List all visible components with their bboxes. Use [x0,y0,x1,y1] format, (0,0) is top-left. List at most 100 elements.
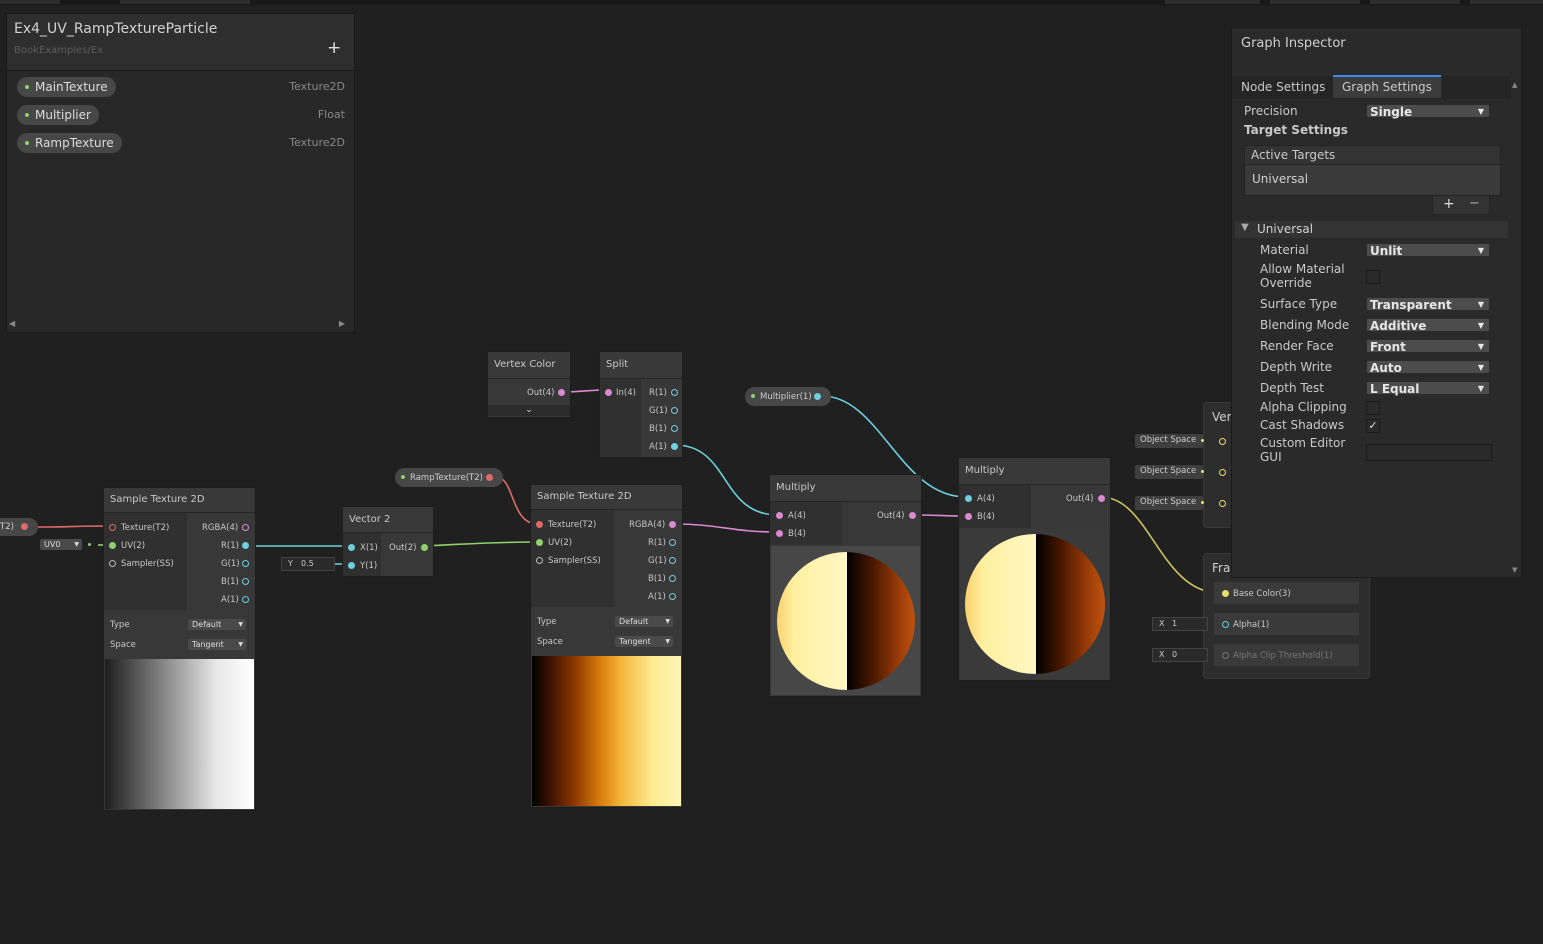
output-port[interactable] [671,407,678,414]
node-title[interactable]: Vertex Color [488,352,570,379]
node-title[interactable]: Multiply [770,475,921,502]
depth-write-dropdown[interactable]: Auto ▼ [1366,360,1490,375]
multiply-node-1[interactable]: Multiply A(4) B(4) Out(4) [769,474,922,697]
cast-shadows-checkbox[interactable]: ✓ [1366,419,1380,433]
scroll-right-icon[interactable]: ▶ [339,319,345,328]
output-port[interactable] [558,389,565,396]
property-pill[interactable]: RampTexture [17,133,122,153]
output-port[interactable] [242,596,249,603]
texture-output-port[interactable] [486,474,493,481]
surface-type-dropdown[interactable]: Transparent ▼ [1366,297,1490,312]
input-port[interactable] [1222,652,1229,659]
input-port[interactable] [109,524,116,531]
multiply-node-2[interactable]: Multiply A(4) B(4) Out(4) [958,457,1111,681]
type-dropdown[interactable]: Default ▼ [188,619,246,630]
output-port[interactable] [669,521,676,528]
input-port[interactable] [348,544,355,551]
input-port[interactable] [605,389,612,396]
space-dropdown[interactable]: Tangent ▼ [615,636,673,647]
property-row[interactable]: MainTexture Texture2D [17,77,347,98]
input-port[interactable] [109,542,116,549]
add-target-button[interactable]: + [1443,196,1455,212]
multiplier-property-node[interactable]: Multiplier(1) [745,387,831,406]
node-title[interactable]: Sample Texture 2D [104,488,255,513]
sample-texture-node-1[interactable]: Sample Texture 2D Texture(T2) UV(2) Samp… [103,487,256,811]
output-port[interactable] [421,544,428,551]
alpha-clip-slot[interactable]: Alpha Clip Threshold(1) [1214,644,1359,666]
output-port[interactable] [671,425,678,432]
precision-dropdown[interactable]: Single ▼ [1366,104,1490,119]
vector2-node[interactable]: Vector 2 X(1) Y(1) Out(2) [342,506,434,577]
type-dropdown[interactable]: Default ▼ [615,616,673,627]
alpha-slot[interactable]: Alpha(1) [1214,613,1359,635]
output-port[interactable] [242,578,249,585]
output-port[interactable] [242,524,249,531]
vertex-input-port[interactable] [1219,500,1226,507]
input-port[interactable] [965,513,972,520]
input-port[interactable] [776,530,783,537]
scroll-left-icon[interactable]: ◀ [9,319,15,328]
ramptexture-property-node[interactable]: RampTexture(T2) [395,468,503,487]
output-port[interactable] [669,593,676,600]
output-port[interactable] [671,443,678,450]
node-title[interactable]: Vector 2 [343,507,433,533]
output-port[interactable] [242,542,249,549]
material-dropdown[interactable]: Unlit ▼ [1366,243,1490,258]
input-port[interactable] [536,557,543,564]
node-title[interactable]: Split [600,352,682,379]
output-port[interactable] [669,539,676,546]
uv-channel-dropdown[interactable]: UV0 ▼ [40,539,82,550]
sample-texture-node-2[interactable]: Sample Texture 2D Texture(T2) UV(2) Samp… [530,484,683,808]
split-node[interactable]: Split In(4) R(1) G(1) B(1) A(1) [599,351,683,458]
vertex-input-port[interactable] [1219,438,1226,445]
blending-mode-dropdown[interactable]: Additive ▼ [1366,318,1490,333]
property-pill[interactable]: Multiplier [17,105,99,125]
input-port[interactable] [965,495,972,502]
inspector-scrollbar[interactable]: ▲ ▼ [1511,78,1521,577]
allow-material-override-checkbox[interactable] [1366,270,1380,284]
node-title[interactable]: Multiply [959,458,1110,485]
input-port[interactable] [348,562,355,569]
input-port[interactable] [109,560,116,567]
position-space-field[interactable]: Object Space [1135,434,1203,448]
scroll-up-icon[interactable]: ▲ [1512,81,1517,89]
input-port[interactable] [536,539,543,546]
node-title[interactable]: Sample Texture 2D [531,485,682,510]
target-item[interactable]: Universal [1252,172,1308,186]
custom-editor-gui-field[interactable] [1366,444,1492,461]
alpha-clip-value-field[interactable]: X 0 [1152,648,1208,662]
remove-target-button[interactable]: − [1469,196,1480,211]
space-dropdown[interactable]: Tangent ▼ [188,639,246,650]
texture-output-port[interactable] [21,523,28,530]
alpha-value-field[interactable]: X 1 [1152,617,1208,631]
input-port[interactable] [776,512,783,519]
float-output-port[interactable] [814,393,821,400]
output-port[interactable] [242,560,249,567]
property-row[interactable]: Multiplier Float [17,105,347,126]
add-property-button[interactable]: + [327,40,341,57]
scroll-down-icon[interactable]: ▼ [1512,566,1517,574]
alpha-clipping-checkbox[interactable] [1366,401,1380,415]
property-row[interactable]: RampTexture Texture2D [17,133,347,154]
horizontal-scrollbar[interactable]: ◀ ▶ [7,318,347,328]
offscreen-property-node[interactable]: T2) [0,518,38,536]
vertex-color-node[interactable]: Vertex Color Out(4) ⌄ [487,351,571,418]
expand-chevron-icon[interactable]: ⌄ [488,405,570,416]
input-port[interactable] [536,521,543,528]
output-port[interactable] [671,389,678,396]
tab-node-settings[interactable]: Node Settings [1232,77,1334,98]
tab-graph-settings[interactable]: Graph Settings [1333,75,1441,98]
input-port[interactable] [1222,621,1229,628]
render-face-dropdown[interactable]: Front ▼ [1366,339,1490,354]
output-port[interactable] [909,512,916,519]
base-color-slot[interactable]: Base Color(3) [1214,582,1359,604]
normal-space-field[interactable]: Object Space [1135,465,1203,479]
output-port[interactable] [669,575,676,582]
vertex-input-port[interactable] [1219,469,1226,476]
universal-foldout[interactable]: ▼ Universal [1235,221,1508,238]
input-port[interactable] [1222,590,1229,597]
output-port[interactable] [669,557,676,564]
y-input-field[interactable]: Y 0.5 [281,557,335,571]
property-pill[interactable]: MainTexture [17,77,116,97]
depth-test-dropdown[interactable]: L Equal ▼ [1366,381,1490,396]
